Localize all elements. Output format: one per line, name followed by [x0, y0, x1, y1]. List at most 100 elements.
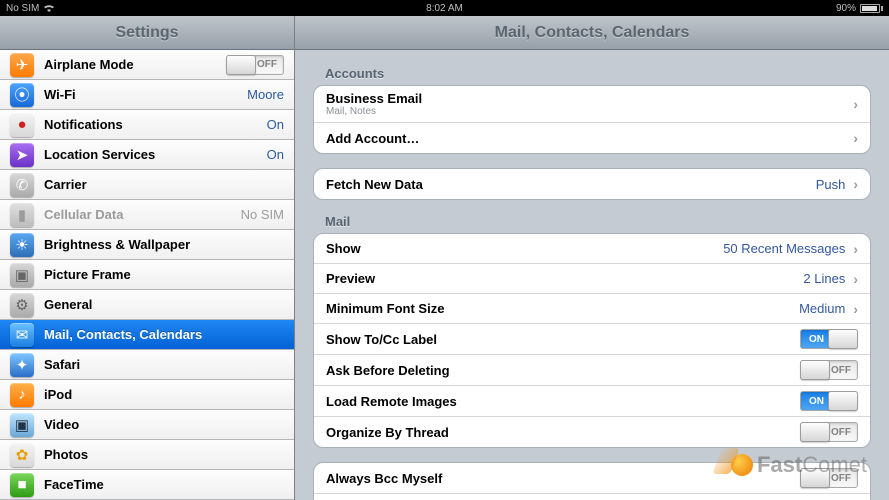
sidebar-item-label: Carrier: [44, 177, 284, 192]
load-remote-images-toggle[interactable]: ON: [800, 391, 858, 411]
group-mail: Show50 Recent Messages› Preview 2 Lines› Mi…: [313, 233, 871, 448]
row-label: Show: [326, 241, 361, 256]
toggle-knob: [226, 55, 256, 75]
row-value: 2 Lines›: [803, 271, 858, 287]
status-time: 8:02 AM: [0, 3, 889, 14]
row-label: Organize By Thread: [326, 425, 449, 440]
sidebar-list: ✈Airplane ModeOFF⦿Wi-FiMoore●Notificatio…: [0, 50, 294, 500]
sidebar-item-location-services[interactable]: ➤ Location ServicesOn: [0, 140, 294, 170]
sidebar-item-label: General: [44, 297, 284, 312]
row-label: Show To/Cc Label: [326, 332, 437, 347]
sidebar-item-video[interactable]: ▣ Video: [0, 410, 294, 440]
detail-title: Mail, Contacts, Calendars: [295, 16, 889, 50]
chevron-right-icon: ›: [853, 271, 858, 287]
sidebar-title: Settings: [0, 16, 294, 50]
toggle-knob: [828, 329, 858, 349]
sidebar-item-label: Wi-Fi: [44, 87, 247, 102]
settings-sidebar: Settings ✈Airplane ModeOFF⦿Wi-FiMoore●No…: [0, 16, 295, 500]
sidebar-item-carrier[interactable]: ✆Carrier: [0, 170, 294, 200]
toggle-label: OFF: [831, 427, 851, 438]
row-load-remote-images[interactable]: Load Remote Images ON: [314, 386, 870, 417]
status-battery-pct: 90%: [836, 3, 856, 14]
toggle-knob: [800, 360, 830, 380]
row-always-bcc-myself[interactable]: Always Bcc Myself OFF: [314, 463, 870, 494]
section-heading-accounts: Accounts: [325, 66, 871, 81]
row-value: Medium›: [799, 301, 858, 317]
ipod-icon: ♪: [10, 383, 34, 407]
sidebar-item-safari[interactable]: ✦ Safari: [0, 350, 294, 380]
safari-icon: ✦: [10, 353, 34, 377]
sidebar-item-label: Mail, Contacts, Calendars: [44, 327, 284, 342]
always-bcc-myself-toggle[interactable]: OFF: [800, 468, 858, 488]
sidebar-item-ipod[interactable]: ♪iPod: [0, 380, 294, 410]
group-fetch: Fetch New Data Push›: [313, 168, 871, 200]
row-add-account[interactable]: Add Account…›: [314, 123, 870, 153]
brightness-icon: ☀: [10, 233, 34, 257]
row-fetch-new-data[interactable]: Fetch New Data Push›: [314, 169, 870, 199]
sidebar-item-label: Airplane Mode: [44, 57, 226, 72]
chevron-right-icon: ›: [853, 176, 858, 192]
wifi-icon: ⦿: [10, 83, 34, 107]
location-icon: ➤: [10, 143, 34, 167]
toggle-label: ON: [809, 396, 824, 407]
wifi-icon: [43, 3, 55, 13]
row-business-email[interactable]: Business EmailMail, Notes›: [314, 86, 870, 123]
sidebar-item-value: On: [267, 147, 284, 162]
group-mail2: Always Bcc Myself OFF SignatureRob Moore -…: [313, 462, 871, 500]
sidebar-item-airplane-mode[interactable]: ✈Airplane ModeOFF: [0, 50, 294, 80]
sidebar-item-facetime[interactable]: ■FaceTime: [0, 470, 294, 500]
status-bar: No SIM 8:02 AM 90%: [0, 0, 889, 16]
toggle-label: OFF: [257, 59, 277, 70]
mail-icon: ✉: [10, 323, 34, 347]
row-value: Push›: [816, 176, 858, 192]
group-accounts: Business EmailMail, Notes›Add Account…›: [313, 85, 871, 154]
toggle-label: OFF: [831, 473, 851, 484]
row-label: Preview: [326, 271, 375, 286]
sidebar-item-label: Picture Frame: [44, 267, 284, 282]
sidebar-item-label: Notifications: [44, 117, 267, 132]
sidebar-item-label: Location Services: [44, 147, 267, 162]
row-label: Business Email: [326, 91, 422, 106]
row-organize-by-thread[interactable]: Organize By Thread OFF: [314, 417, 870, 447]
sidebar-item-brightness-wallpaper[interactable]: ☀ Brightness & Wallpaper: [0, 230, 294, 260]
sidebar-item-value: Moore: [247, 87, 284, 102]
sidebar-item-photos[interactable]: ✿ Photos: [0, 440, 294, 470]
sidebar-item-label: Video: [44, 417, 284, 432]
sidebar-item-label: Safari: [44, 357, 284, 372]
row-label: Load Remote Images: [326, 394, 457, 409]
toggle-knob: [828, 391, 858, 411]
row-label: Minimum Font Size: [326, 301, 444, 316]
row-show[interactable]: Show50 Recent Messages›: [314, 234, 870, 264]
toggle-knob: [800, 468, 830, 488]
chevron-right-icon: ›: [853, 301, 858, 317]
airplane-mode-toggle[interactable]: OFF: [226, 55, 284, 75]
sidebar-item-general[interactable]: ⚙General: [0, 290, 294, 320]
sidebar-item-notifications[interactable]: ●NotificationsOn: [0, 110, 294, 140]
ask-before-deleting-toggle[interactable]: OFF: [800, 360, 858, 380]
row-minimum-font-size[interactable]: Minimum Font Size Medium›: [314, 294, 870, 324]
sidebar-item-mail-contacts-calendars[interactable]: ✉ Mail, Contacts, Calendars: [0, 320, 294, 350]
battery-icon: [860, 4, 883, 13]
sidebar-item-wi-fi[interactable]: ⦿ Wi-FiMoore: [0, 80, 294, 110]
row-signature[interactable]: SignatureRob Moore - DemoWolf.com Sent f…: [314, 494, 870, 500]
show-to-cc-label-toggle[interactable]: ON: [800, 329, 858, 349]
chevron-right-icon: ›: [853, 241, 858, 257]
row-show-to-cc-label[interactable]: Show To/Cc Label ON: [314, 324, 870, 355]
organize-by-thread-toggle[interactable]: OFF: [800, 422, 858, 442]
row-ask-before-deleting[interactable]: Ask Before DeletingOFF: [314, 355, 870, 386]
section-heading-mail: Mail: [325, 214, 871, 229]
toggle-knob: [800, 422, 830, 442]
sidebar-item-label: Brightness & Wallpaper: [44, 237, 284, 252]
toggle-label: OFF: [831, 365, 851, 376]
video-icon: ▣: [10, 413, 34, 437]
row-label: Always Bcc Myself: [326, 471, 442, 486]
row-label: Add Account…: [326, 131, 419, 146]
photos-icon: ✿: [10, 443, 34, 467]
sidebar-item-value: No SIM: [241, 207, 284, 222]
notif-icon: ●: [10, 113, 34, 137]
row-label: Fetch New Data: [326, 177, 423, 192]
sidebar-item-picture-frame[interactable]: ▣Picture Frame: [0, 260, 294, 290]
chevron-right-icon: ›: [853, 96, 858, 112]
row-preview[interactable]: Preview 2 Lines›: [314, 264, 870, 294]
sidebar-item-label: Photos: [44, 447, 284, 462]
